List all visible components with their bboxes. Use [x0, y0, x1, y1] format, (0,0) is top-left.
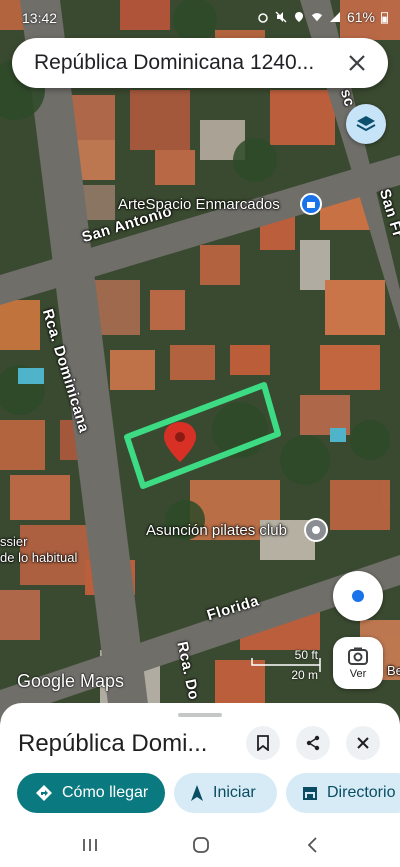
- place-label-be: Be: [387, 663, 400, 678]
- directions-label: Cómo llegar: [62, 784, 149, 801]
- layers-button[interactable]: [346, 104, 386, 144]
- wifi-icon: [311, 13, 323, 22]
- my-location-button[interactable]: [333, 571, 383, 621]
- place-label-pilates[interactable]: Asunción pilates club: [146, 522, 287, 539]
- camera-lens-icon: [348, 647, 368, 665]
- scale-metric: 20 m: [291, 668, 318, 682]
- home-button[interactable]: [186, 833, 216, 857]
- home-icon: [193, 837, 209, 853]
- recents-icon: [83, 839, 97, 851]
- ver-button[interactable]: Ver: [333, 637, 383, 689]
- directions-button[interactable]: Cómo llegar: [17, 773, 165, 813]
- battery-icon: [381, 11, 388, 24]
- status-icons: 61%: [257, 9, 388, 25]
- drag-handle[interactable]: [178, 713, 222, 717]
- store-icon: [302, 785, 318, 801]
- place-bottom-sheet[interactable]: República Domi... Cómo llegar Iniciar Di…: [0, 703, 400, 823]
- close-search-button[interactable]: [344, 50, 370, 76]
- layers-icon: [356, 116, 376, 132]
- google-maps-logo: Google Maps: [17, 671, 125, 691]
- share-icon: [306, 735, 320, 751]
- close-icon: [357, 737, 369, 749]
- map-scale: 50 ft 20 m: [250, 648, 322, 682]
- alarm-icon: [258, 13, 268, 23]
- save-button[interactable]: [246, 726, 280, 760]
- back-icon: [307, 837, 317, 853]
- start-label: Iniciar: [213, 784, 256, 801]
- pilates-poi-icon[interactable]: [304, 518, 328, 542]
- artespacio-poi-icon[interactable]: [300, 193, 322, 215]
- mute-icon: [275, 11, 287, 23]
- battery-percent: 61%: [346, 9, 375, 25]
- system-nav-bar: [0, 823, 400, 867]
- start-navigation-button[interactable]: Iniciar: [174, 773, 277, 813]
- status-bar: 13:42 61%: [0, 0, 400, 36]
- my-location-icon: [352, 590, 364, 602]
- place-label-habitual: de lo habitual: [0, 550, 78, 565]
- place-label-artespacio[interactable]: ArteSpacio Enmarcados: [118, 196, 280, 213]
- search-query[interactable]: República Dominicana 1240...: [34, 51, 344, 75]
- directory-button[interactable]: Directorio: [286, 773, 400, 813]
- recents-button[interactable]: [75, 833, 105, 857]
- status-time: 13:42: [22, 10, 58, 26]
- place-title: República Domi...: [18, 730, 208, 757]
- ver-label: Ver: [349, 667, 367, 680]
- search-bar[interactable]: República Dominicana 1240...: [12, 38, 388, 88]
- signal-icon: [329, 12, 340, 22]
- place-label-ssier: ssier: [0, 534, 28, 549]
- directory-label: Directorio: [327, 784, 396, 801]
- maps-screen: San Antonio Rca. Dominicana Florida San …: [0, 0, 400, 867]
- close-sheet-button[interactable]: [346, 726, 380, 760]
- share-button[interactable]: [296, 726, 330, 760]
- close-icon: [349, 55, 365, 71]
- bookmark-icon: [257, 735, 269, 751]
- back-button[interactable]: [298, 833, 328, 857]
- navigation-arrow-icon: [190, 784, 204, 802]
- directions-icon: [35, 784, 53, 802]
- location-status-icon: [294, 12, 303, 22]
